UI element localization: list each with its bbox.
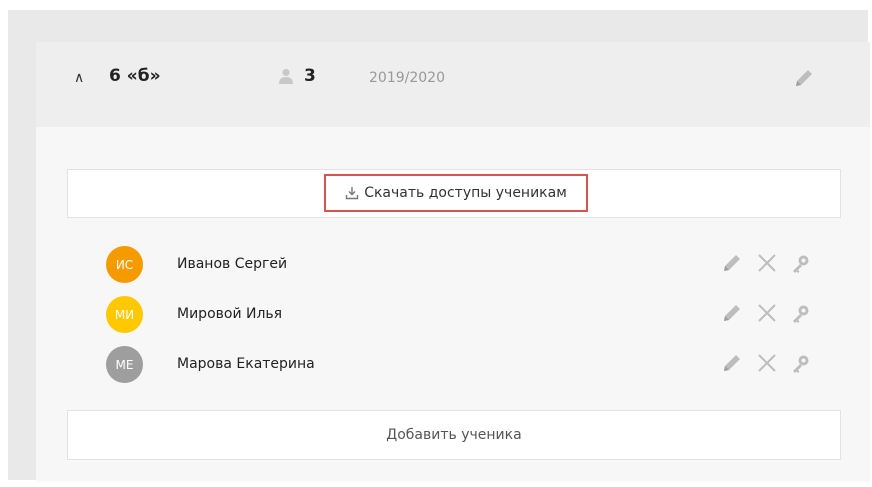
edit-student-button[interactable] — [722, 353, 742, 377]
download-access-button[interactable]: Скачать доступы ученикам — [324, 174, 588, 212]
avatar: МИ — [106, 296, 143, 333]
student-count: 3 — [278, 66, 316, 86]
student-actions — [722, 303, 811, 327]
key-icon — [793, 255, 809, 273]
edit-student-button[interactable] — [722, 253, 742, 277]
close-icon — [758, 254, 776, 272]
student-key-button[interactable] — [791, 253, 811, 277]
avatar: МЕ — [106, 346, 143, 383]
avatar: ИС — [106, 246, 143, 283]
edit-class-button[interactable] — [794, 68, 814, 92]
chevron-up-icon[interactable]: ∧ — [74, 70, 84, 86]
student-actions — [722, 253, 811, 277]
pencil-icon — [724, 255, 740, 271]
student-name: Мировой Илья — [177, 306, 283, 322]
remove-student-button[interactable] — [757, 253, 777, 277]
download-access-label: Скачать доступы ученикам — [364, 185, 567, 201]
key-icon — [793, 305, 809, 323]
class-card: ∧ 6 «б» 3 2019/2020 Скачать доступы учен… — [36, 42, 870, 482]
close-icon — [758, 304, 776, 322]
remove-student-button[interactable] — [757, 353, 777, 377]
download-bar: Скачать доступы ученикам — [67, 169, 841, 218]
student-row: МЕ Марова Екатерина — [36, 344, 870, 384]
add-student-label: Добавить ученика — [386, 427, 522, 443]
add-student-button[interactable]: Добавить ученика — [67, 410, 841, 460]
class-card-header: ∧ 6 «б» 3 2019/2020 — [36, 42, 870, 127]
student-name: Марова Екатерина — [177, 356, 315, 372]
pencil-icon — [724, 305, 740, 321]
key-icon — [793, 355, 809, 373]
student-name: Иванов Сергей — [177, 256, 288, 272]
page-background: ∧ 6 «б» 3 2019/2020 Скачать доступы учен… — [8, 10, 870, 482]
student-key-button[interactable] — [791, 303, 811, 327]
class-name: 6 «б» — [109, 66, 161, 86]
student-actions — [722, 353, 811, 377]
edit-student-button[interactable] — [722, 303, 742, 327]
close-icon — [758, 354, 776, 372]
download-icon — [346, 187, 359, 200]
pencil-icon — [796, 70, 812, 86]
person-icon — [279, 69, 293, 84]
remove-student-button[interactable] — [757, 303, 777, 327]
student-key-button[interactable] — [791, 353, 811, 377]
student-count-value: 3 — [304, 66, 316, 86]
student-row: МИ Мировой Илья — [36, 294, 870, 334]
school-year: 2019/2020 — [369, 70, 445, 86]
student-row: ИС Иванов Сергей — [36, 244, 870, 284]
pencil-icon — [724, 355, 740, 371]
